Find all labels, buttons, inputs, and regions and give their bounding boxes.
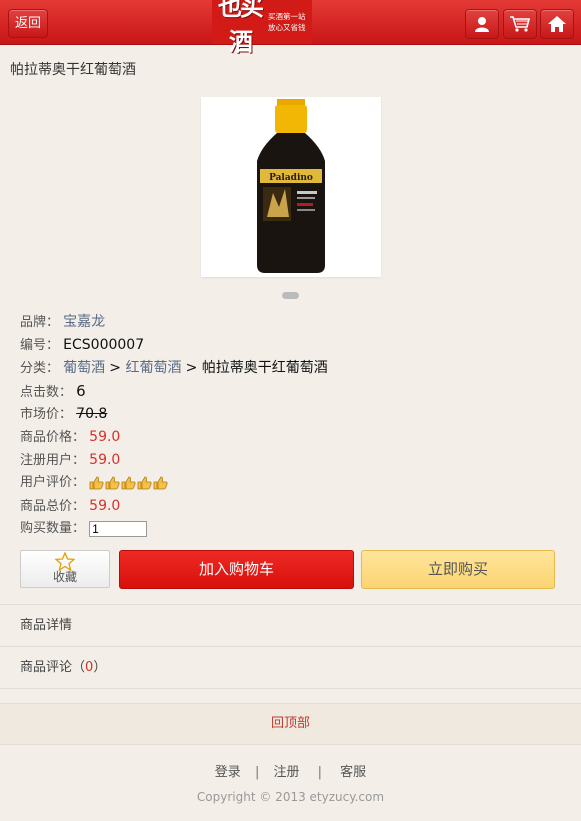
logo-slogan: 买酒第一站 放心又省钱 bbox=[268, 11, 306, 33]
quantity-row: 购买数量： bbox=[20, 519, 560, 542]
product-title: 帕拉蒂奥干红葡萄酒 bbox=[10, 62, 136, 78]
copyright-text: Copyright © 2013 etyzucy.com bbox=[196, 790, 385, 804]
brand-link[interactable]: 宝嘉龙 bbox=[63, 314, 105, 330]
category-link-wine[interactable]: 葡萄酒 bbox=[63, 360, 105, 376]
wine-bottle-illustration: Paladino bbox=[257, 99, 325, 273]
buy-now-button[interactable]: 立即购买 bbox=[361, 550, 555, 589]
product-info: 品牌： 宝嘉龙 编号： ECS000007 分类： 葡萄酒 > 红葡萄酒 > 帕… bbox=[20, 312, 560, 542]
home-button[interactable] bbox=[540, 9, 574, 39]
comments-section[interactable]: 商品评论（0） bbox=[0, 646, 581, 688]
category-separator-2: > bbox=[185, 360, 202, 376]
sn-label: 编号： bbox=[20, 338, 60, 353]
category-separator-1: > bbox=[109, 360, 126, 376]
cart-button[interactable] bbox=[503, 9, 537, 39]
category-current: 帕拉蒂奥干红葡萄酒 bbox=[201, 360, 328, 376]
footer-separator: | bbox=[317, 765, 323, 780]
footer-links: 登录 | 注册 | 客服 bbox=[0, 761, 581, 780]
category-label: 分类： bbox=[20, 361, 60, 376]
thumbs-up-icon bbox=[105, 476, 120, 489]
product-image[interactable]: Paladino bbox=[201, 97, 381, 277]
user-icon bbox=[475, 17, 489, 32]
back-button[interactable]: 返回 bbox=[8, 9, 48, 38]
rating-label: 用户评价： bbox=[20, 475, 86, 490]
market-price-label: 市场价： bbox=[20, 407, 73, 422]
market-price-row: 市场价： 70.8 bbox=[20, 404, 560, 427]
bottle-label-text: Paladino bbox=[269, 173, 313, 183]
category-row: 分类： 葡萄酒 > 红葡萄酒 > 帕拉蒂奥干红葡萄酒 bbox=[20, 358, 560, 381]
total-value: 59.0 bbox=[89, 498, 121, 514]
thumbs-up-icon bbox=[89, 476, 104, 489]
member-price-label: 注册用户： bbox=[20, 453, 86, 468]
service-link[interactable]: 客服 bbox=[340, 765, 366, 780]
brand-label: 品牌： bbox=[20, 315, 60, 330]
details-label: 商品详情 bbox=[20, 618, 73, 633]
register-link[interactable]: 注册 bbox=[273, 765, 299, 780]
comments-paren-close: ） bbox=[93, 660, 107, 675]
shop-price-value: 59.0 bbox=[89, 429, 121, 445]
top-header: 返回 也买酒 买酒第一站 放心又省钱 bbox=[0, 0, 581, 56]
brand-row: 品牌： 宝嘉龙 bbox=[20, 312, 560, 335]
thumbs-up-icon bbox=[137, 476, 152, 489]
thumbs-up-icon bbox=[121, 476, 136, 489]
details-section[interactable]: 商品详情 bbox=[0, 604, 581, 646]
carousel-indicator[interactable] bbox=[282, 292, 299, 299]
favorite-label: 收藏 bbox=[52, 570, 77, 584]
footer-separator: | bbox=[254, 765, 260, 780]
logo-main-text: 也买酒 bbox=[218, 0, 264, 56]
clicks-row: 点击数： 6 bbox=[20, 381, 560, 404]
logo-slogan-line-2: 放心又省钱 bbox=[268, 23, 306, 32]
comments-paren-open: （ bbox=[72, 660, 86, 675]
comments-label: 商品评论 bbox=[20, 660, 73, 675]
total-label: 商品总价： bbox=[20, 499, 86, 514]
sn-value: ECS000007 bbox=[63, 337, 145, 353]
home-icon bbox=[548, 16, 566, 32]
cart-icon bbox=[510, 16, 531, 32]
total-row: 商品总价： 59.0 bbox=[20, 496, 560, 519]
clicks-value: 6 bbox=[76, 382, 86, 400]
market-price-value: 70.8 bbox=[76, 406, 108, 422]
rating-row: 用户评价： bbox=[20, 473, 560, 496]
shop-price-row: 商品价格： 59.0 bbox=[20, 427, 560, 450]
member-price-value: 59.0 bbox=[89, 452, 121, 468]
logo-slogan-line-1: 买酒第一站 bbox=[268, 12, 306, 21]
section-divider bbox=[0, 688, 581, 703]
back-to-top-button[interactable]: 回顶部 bbox=[0, 703, 581, 745]
rating-thumbs bbox=[89, 476, 168, 490]
quantity-label: 购买数量： bbox=[20, 521, 86, 536]
quantity-input[interactable] bbox=[89, 520, 148, 537]
sn-row: 编号： ECS000007 bbox=[20, 335, 560, 358]
favorite-button[interactable]: 收藏 bbox=[20, 550, 110, 588]
site-logo[interactable]: 也买酒 买酒第一站 放心又省钱 bbox=[212, 0, 312, 56]
thumbs-up-icon bbox=[153, 476, 168, 489]
shop-price-label: 商品价格： bbox=[20, 430, 86, 445]
login-link[interactable]: 登录 bbox=[215, 765, 241, 780]
add-to-cart-button[interactable]: 加入购物车 bbox=[119, 550, 354, 589]
member-price-row: 注册用户： 59.0 bbox=[20, 450, 560, 473]
clicks-label: 点击数： bbox=[20, 385, 73, 400]
category-link-red-wine[interactable]: 红葡萄酒 bbox=[125, 360, 181, 376]
user-button[interactable] bbox=[465, 9, 499, 39]
